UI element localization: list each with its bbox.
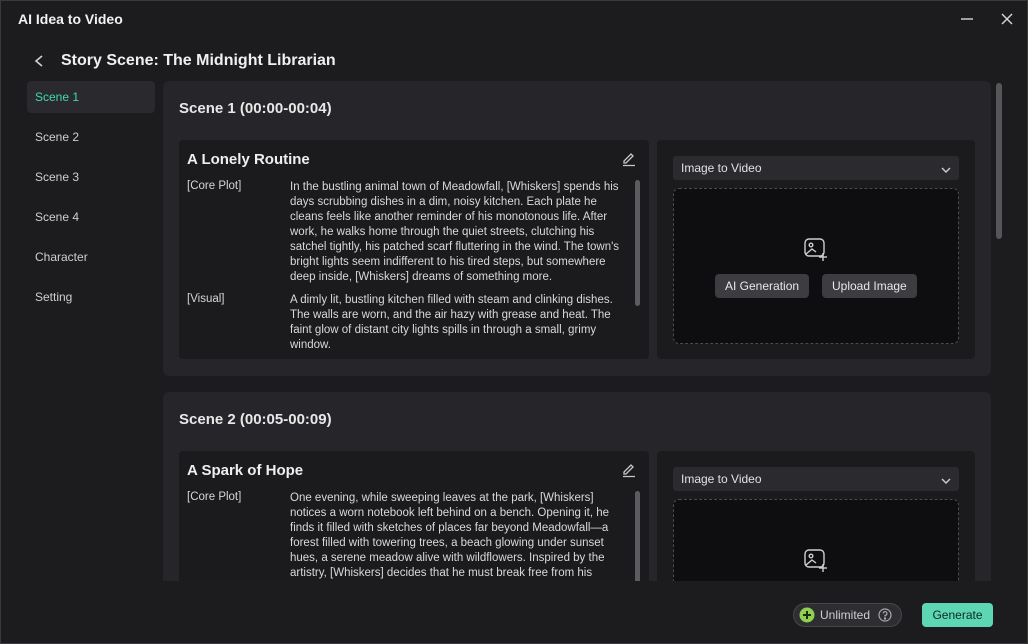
sidebar-item-label: Scene 1 [35,90,80,104]
sidebar-item-label: Scene 3 [35,170,80,184]
generate-label: Generate [932,608,983,622]
scene-list: Scene 1 (00:00-00:04) A Lonely Routine [… [163,81,991,581]
sidebar-item-label: Scene 2 [35,130,80,144]
image-add-icon [803,236,829,262]
minimize-icon [961,18,973,20]
unlimited-label: Unlimited [820,608,871,622]
image-add-icon [803,547,829,573]
edit-button[interactable] [621,462,639,480]
story-scrollbar[interactable] [635,491,640,581]
credits-badge: Unlimited [793,603,902,627]
visual-label: [Visual] [187,293,225,305]
page-header: Story Scene: The Midnight Librarian [27,47,336,75]
story-panel: A Spark of Hope [Core Plot] One evening,… [179,451,649,581]
scene-heading: Scene 1 (00:00-00:04) [179,100,332,117]
title-bar: AI Idea to Video [1,1,1027,37]
sidebar-item-label: Scene 4 [35,210,80,224]
generate-button[interactable]: Generate [922,603,993,627]
sidebar-item-scene-2[interactable]: Scene 2 [27,121,155,153]
core-plot-text: In the bustling animal town of Meadowfal… [290,181,620,283]
mode-select-value: Image to Video [681,472,762,486]
sidebar-item-scene-4[interactable]: Scene 4 [27,201,155,233]
core-plot-label: [Core Plot] [187,180,242,192]
main-scrollbar[interactable] [996,83,1002,239]
scene-sidebar: Scene 1 Scene 2 Scene 3 Scene 4 Characte… [27,81,155,321]
core-plot-text: One evening, while sweeping leaves at th… [290,492,610,579]
mode-select[interactable]: Image to Video [673,156,959,180]
visual-text: A dimly lit, bustling kitchen filled wit… [290,294,613,351]
story-title: A Spark of Hope [187,462,304,479]
chevron-down-icon [941,163,951,177]
mode-select[interactable]: Image to Video [673,467,959,491]
story-scrollbar[interactable] [635,180,640,306]
scene-card: Scene 1 (00:00-00:04) A Lonely Routine [… [163,81,991,376]
chevron-down-icon [941,474,951,488]
core-plot-label: [Core Plot] [187,491,242,503]
close-icon [1001,13,1013,25]
image-drop-zone[interactable] [673,499,959,581]
window-title: AI Idea to Video [18,11,123,27]
story-title: A Lonely Routine [187,151,310,168]
minimize-button[interactable] [953,7,981,31]
scene-card: Scene 2 (00:05-00:09) A Spark of Hope [C… [163,392,991,581]
story-panel: A Lonely Routine [Core Plot] In the bust… [179,140,649,359]
ai-generation-button[interactable]: AI Generation [715,274,810,298]
close-button[interactable] [993,7,1021,31]
sidebar-item-setting[interactable]: Setting [27,281,155,313]
sidebar-item-character[interactable]: Character [27,241,155,273]
mode-select-value: Image to Video [681,161,762,175]
page-title: Story Scene: The Midnight Librarian [61,52,336,69]
chevron-left-icon [34,55,43,67]
back-button[interactable] [27,49,51,73]
sidebar-item-scene-3[interactable]: Scene 3 [27,161,155,193]
media-panel: Image to Video [657,451,975,581]
credits-plus-icon [799,607,815,623]
upload-image-label: Upload Image [832,279,907,293]
sidebar-item-scene-1[interactable]: Scene 1 [27,81,155,113]
help-icon[interactable] [878,608,892,622]
upload-image-button[interactable]: Upload Image [822,274,917,298]
edit-button[interactable] [621,151,639,169]
pencil-icon [623,153,635,167]
pencil-icon [623,464,635,478]
image-drop-zone[interactable]: AI Generation Upload Image [673,188,959,344]
media-panel: Image to Video AI Generation Upload Imag… [657,140,975,359]
sidebar-item-label: Character [35,250,88,264]
sidebar-item-label: Setting [35,290,73,304]
app-window: AI Idea to Video Story Scene: The Midnig… [0,0,1028,644]
ai-generation-label: AI Generation [725,279,800,293]
scene-heading: Scene 2 (00:05-00:09) [179,411,332,428]
